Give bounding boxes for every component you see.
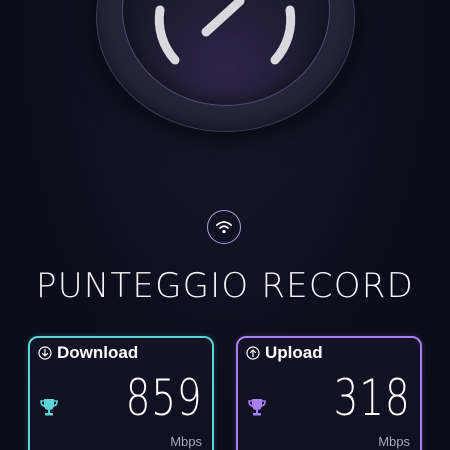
upload-label: Upload [265, 343, 323, 362]
upload-card-header: Upload [246, 343, 323, 363]
trophy-icon [40, 399, 58, 416]
download-arrow-icon [38, 346, 52, 360]
upload-record-card[interactable]: Upload 318 Mbps [236, 336, 422, 450]
record-score-screen: PUNTEGGIO RECORD Download 859 Mbps Uploa… [0, 0, 450, 450]
download-label: Download [57, 343, 139, 362]
upload-arrow-icon [246, 346, 260, 360]
download-record-card[interactable]: Download 859 Mbps [28, 336, 214, 450]
trophy-icon [248, 399, 266, 416]
download-value: 859 [125, 369, 202, 427]
upload-unit: Mbps [378, 434, 410, 449]
download-unit: Mbps [170, 434, 202, 449]
upload-value: 318 [333, 369, 410, 427]
download-card-header: Download [38, 343, 138, 363]
page-title: PUNTEGGIO RECORD [36, 266, 414, 306]
wifi-icon [207, 210, 241, 244]
